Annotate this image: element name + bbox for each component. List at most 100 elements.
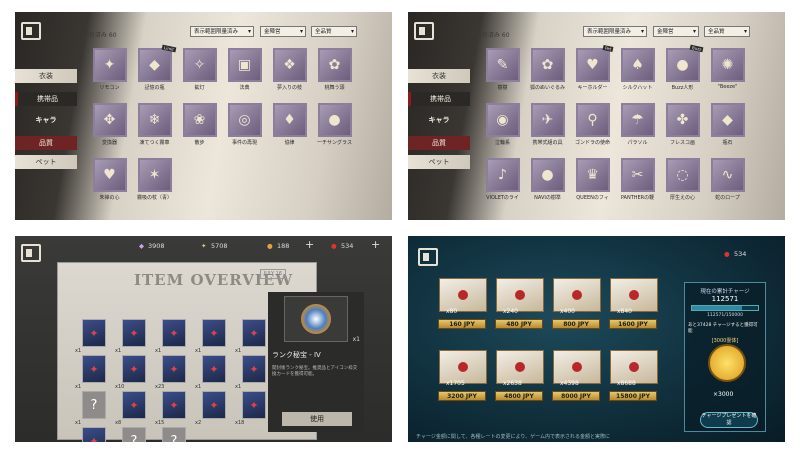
pack-price[interactable]: 15800 JPY: [609, 391, 657, 401]
item-label: キーホルダー: [577, 85, 608, 91]
item-cell[interactable]: ✧ 鉱灯: [177, 48, 222, 96]
item-cell[interactable]: ☂ パラソル: [615, 103, 660, 151]
item-detail: x1 ランク秘宝 - IV 開封後ランク秘宝。推奨品とアイコン枠交換カードを獲得…: [268, 292, 364, 432]
back-icon[interactable]: [414, 22, 434, 40]
recharge-pack[interactable]: x840 1600 JPY: [605, 278, 662, 340]
item-cell[interactable]: ✤ フレスコ画: [660, 103, 705, 151]
item-tile-wrap[interactable]: ✦x1: [82, 427, 118, 442]
recharge-pack[interactable]: x240 480 JPY: [491, 278, 548, 340]
item-label: 変換器: [101, 140, 117, 146]
item-cell[interactable]: ♥ 朱禅の心: [87, 158, 132, 206]
item-cell[interactable]: ✿ 狐のぬいぐるみ: [525, 48, 570, 96]
item-cell[interactable]: ✶ 霧吸の杖（青）: [132, 158, 177, 206]
filter-faction-dropdown[interactable]: 金陣営: [653, 26, 699, 37]
item-cell[interactable]: ♪ VIOLETのライ: [480, 158, 525, 206]
pack-price[interactable]: 480 JPY: [495, 319, 543, 329]
item-cell[interactable]: ✿ 桃舞う頭: [312, 48, 357, 96]
item-tile-wrap[interactable]: ?x1: [122, 427, 158, 442]
pack-price[interactable]: 3200 JPY: [438, 391, 486, 401]
item-cell[interactable]: ✦ リモコン: [87, 48, 132, 96]
item-cell[interactable]: ♥ Pet キーホルダー: [570, 44, 615, 96]
pack-price[interactable]: 8000 JPY: [552, 391, 600, 401]
pack-price[interactable]: 800 JPY: [552, 319, 600, 329]
item-tile-wrap[interactable]: ✦x1: [195, 319, 238, 354]
item-cell[interactable]: ◌ 厚生えの心: [660, 158, 705, 206]
sidebar-item-quality[interactable]: 品質: [408, 136, 470, 150]
recharge-pack[interactable]: x80 160 JPY: [434, 278, 491, 340]
recharge-pack[interactable]: x4398 8000 JPY: [548, 350, 605, 412]
item-tile-wrap[interactable]: ✦x1: [195, 355, 238, 390]
item-icon: ❖: [272, 48, 307, 82]
pack-price[interactable]: 4800 JPY: [495, 391, 543, 401]
item-cell[interactable]: ♠ シルクハット: [615, 48, 660, 96]
item-tile-wrap[interactable]: ✦ x8: [115, 391, 158, 426]
sidebar-item-costume[interactable]: 衣装: [15, 69, 77, 83]
back-icon[interactable]: [21, 244, 41, 262]
pack-price[interactable]: 1600 JPY: [609, 319, 657, 329]
filter-quality-dropdown[interactable]: 全品質: [311, 26, 357, 37]
recharge-pack[interactable]: x8688 15800 JPY: [605, 350, 662, 412]
item-icon: ●: [317, 103, 352, 137]
filter-range-dropdown[interactable]: 表示範囲限量済み: [190, 26, 254, 37]
item-cell[interactable]: ✥ 変換器: [87, 103, 132, 151]
filter-range-dropdown[interactable]: 表示範囲限量済み: [583, 26, 647, 37]
item-cell[interactable]: ● 一チサングラス: [312, 103, 357, 151]
owned-count: 所有済み 60: [83, 32, 117, 39]
item-cell[interactable]: ♦ 協律: [267, 103, 312, 151]
unknown-item-icon: ?x1: [122, 427, 146, 442]
sidebar-item-pet[interactable]: ペット: [408, 155, 470, 169]
item-cell[interactable]: ❄ 凍てつく霧車: [132, 103, 177, 151]
item-tile-wrap[interactable]: ✦ x10: [115, 355, 158, 390]
item-cell[interactable]: ❀ 散步: [177, 103, 222, 151]
sidebar-item-accessory[interactable]: 携帯品: [408, 92, 470, 106]
item-cell[interactable]: ◆ 瓶石: [705, 103, 750, 151]
item-tile-wrap[interactable]: ✦ x2: [195, 391, 238, 426]
sidebar-item-character[interactable]: キャラ: [408, 113, 470, 127]
detail-name: ランク秘宝 - IV: [272, 351, 321, 359]
item-tile-wrap[interactable]: ?x1: [162, 427, 198, 442]
item-tile-wrap[interactable]: ✦ x23: [155, 355, 198, 390]
item-icon: ♛: [575, 158, 610, 192]
item-cell[interactable]: ✂ PANTHERの鞭: [615, 158, 660, 206]
add-icon[interactable]: +: [305, 238, 314, 251]
item-tile-wrap[interactable]: ✦x1: [155, 319, 198, 354]
item-cell[interactable]: ♛ QUEENのフィ: [570, 158, 615, 206]
item-cell[interactable]: ◆ Limit 記憶の瓶: [132, 44, 177, 96]
item-cell[interactable]: ● NAVIの樹準: [525, 158, 570, 206]
sidebar-item-accessory[interactable]: 携帯品: [15, 92, 77, 106]
item-cell[interactable]: ▣ 法典: [222, 48, 267, 96]
item-icon: ♠: [620, 48, 655, 82]
recharge-pack[interactable]: x1705 3200 JPY: [434, 350, 491, 412]
item-cell[interactable]: ✺ "Beeze": [705, 48, 750, 96]
sidebar-item-character[interactable]: キャラ: [15, 113, 77, 127]
sidebar-item-costume[interactable]: 衣装: [408, 69, 470, 83]
pack-price[interactable]: 160 JPY: [438, 319, 486, 329]
item-cell[interactable]: ✎ 樹樹: [480, 48, 525, 96]
item-cell[interactable]: ⚲ ゴンドラの使命: [570, 103, 615, 151]
recharge-pack[interactable]: x2638 4800 JPY: [491, 350, 548, 412]
item-tile-wrap[interactable]: ✦ x15: [155, 391, 198, 426]
back-icon[interactable]: [418, 248, 438, 266]
item-tile-wrap[interactable]: ✦x1: [75, 355, 118, 390]
item-cell[interactable]: ◉ 泣輪系: [480, 103, 525, 151]
confirm-bonus-button[interactable]: チャージプレゼントを確認: [700, 412, 758, 428]
sidebar-item-quality[interactable]: 品質: [15, 136, 77, 150]
item-label: Buzz人形: [671, 85, 694, 91]
sidebar-item-pet[interactable]: ペット: [15, 155, 77, 169]
item-count: x1: [75, 420, 82, 426]
coin-qty: ×3000: [713, 391, 734, 398]
item-cell[interactable]: ❖ 夢入りの枝: [267, 48, 312, 96]
item-tile-wrap[interactable]: ✦x1: [75, 319, 118, 354]
back-icon[interactable]: [21, 22, 41, 40]
use-button[interactable]: 使用: [282, 412, 352, 426]
filter-faction-dropdown[interactable]: 金陣営: [260, 26, 306, 37]
item-tile-wrap[interactable]: ✦x1: [115, 319, 158, 354]
add-icon[interactable]: +: [371, 238, 380, 251]
item-cell[interactable]: ✈ 携帯式組の具: [525, 103, 570, 151]
recharge-pack[interactable]: x400 800 JPY: [548, 278, 605, 340]
item-cell[interactable]: ∿ 蛇のロープ: [705, 158, 750, 206]
item-cell[interactable]: ◎ 事件の再現: [222, 103, 267, 151]
item-cell[interactable]: ● Buzz Buzz人形: [660, 44, 705, 96]
filter-quality-dropdown[interactable]: 全品質: [704, 26, 750, 37]
item-tile-wrap[interactable]: ?x1: [75, 391, 118, 426]
